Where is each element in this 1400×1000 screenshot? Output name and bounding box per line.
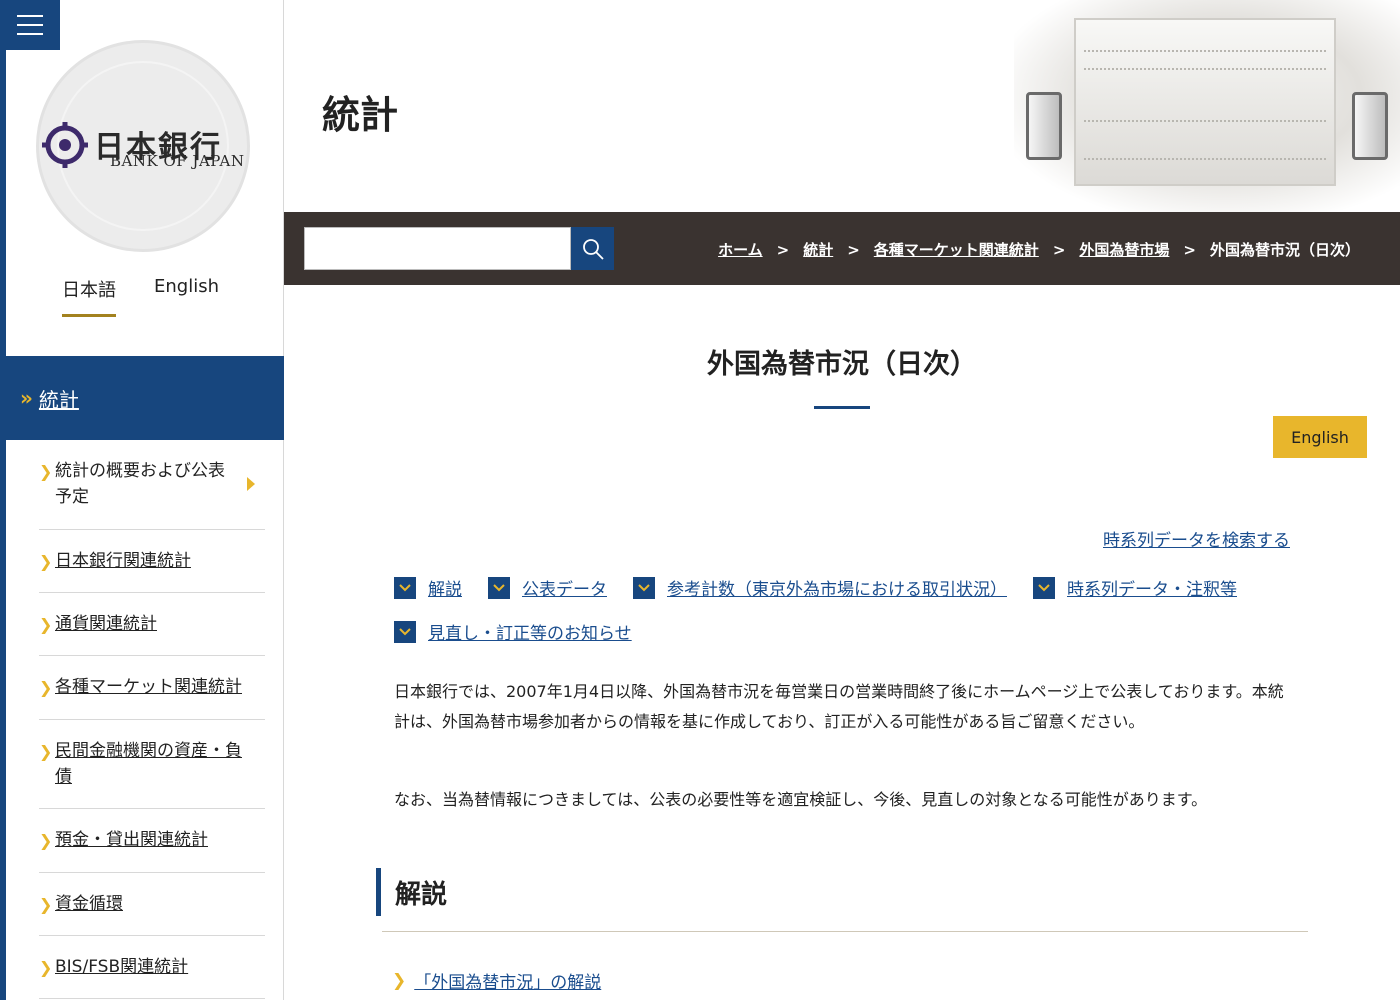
lang-japanese[interactable]: 日本語 <box>62 276 116 317</box>
chevron-down-icon <box>394 620 416 643</box>
sidebar-item-label: 民間金融機関の資産・負債 <box>55 740 242 788</box>
logo-subtitle: BANK OF JAPAN <box>110 152 245 170</box>
sidebar-item-label: 預金・貸出関連統計 <box>55 830 208 851</box>
chevron-right-icon: ❯ <box>39 462 53 481</box>
anchor-links-row-2: 見直し・訂正等のお知らせ <box>394 619 658 644</box>
breadcrumb-home[interactable]: ホーム <box>718 239 763 260</box>
doc-link-label: 「外国為替市況」の解説 <box>414 973 602 993</box>
ornament-relief <box>1074 18 1336 186</box>
search-icon <box>582 238 604 260</box>
chevron-down-icon <box>1033 576 1055 599</box>
chevron-right-icon: ❯ <box>39 615 53 635</box>
anchor-label: 解説 <box>428 580 462 600</box>
chevron-right-icon: ❯ <box>39 894 53 914</box>
sidebar-item-label: 通貨関連統計 <box>55 614 157 635</box>
chevron-right-icon: ❯ <box>39 741 53 761</box>
timeseries-search-link[interactable]: 時系列データを検索する <box>1103 526 1290 551</box>
bank-logo[interactable]: 日本銀行 BANK OF JAPAN <box>36 40 252 252</box>
ornament-band <box>1084 50 1326 70</box>
header-ornament-image <box>1014 0 1400 212</box>
sidebar-item-currency-stats[interactable]: ❯ 通貨関連統計 <box>39 593 265 657</box>
sidebar-item-bis-fsb[interactable]: ❯ BIS/FSB関連統計 <box>39 936 265 1000</box>
sidebar-item-deposits-loans[interactable]: ❯ 預金・貸出関連統計 <box>39 809 265 873</box>
breadcrumb-market-stats[interactable]: 各種マーケット関連統計 <box>874 239 1039 260</box>
ornament-lamp-right <box>1352 92 1388 160</box>
page-category-title: 統計 <box>322 93 399 137</box>
anchor-reference-figures[interactable]: 参考計数（東京外為市場における取引状況） <box>633 575 1007 600</box>
sidebar-item-overview[interactable]: ❯ 統計の概要および公表予定 <box>39 440 265 530</box>
search-breadcrumb-bar: ホーム > 統計 > 各種マーケット関連統計 > 外国為替市場 > 外国為替市況… <box>284 212 1400 285</box>
anchor-revisions[interactable]: 見直し・訂正等のお知らせ <box>394 619 632 644</box>
anchor-commentary[interactable]: 解説 <box>394 575 462 600</box>
breadcrumb-current: 外国為替市況（日次） <box>1209 241 1360 259</box>
chevron-down-icon <box>394 576 416 599</box>
chevron-right-icon: ❯ <box>39 958 53 978</box>
intro-paragraph: 日本銀行では、2007年1月4日以降、外国為替市況を毎営業日の営業時間終了後にホ… <box>394 682 1284 732</box>
english-page-button[interactable]: English <box>1273 416 1367 458</box>
chevron-right-icon: ❯ <box>392 970 407 991</box>
main-content: 統計 ホーム > 統計 > 各種マーケット関連統計 > 外国為替市場 > 外国為… <box>284 0 1400 1000</box>
sidebar: 日本銀行 BANK OF JAPAN 日本語 English » 統計 ❯ 統計… <box>0 0 284 1000</box>
sidebar-item-private-institutions[interactable]: ❯ 民間金融機関の資産・負債 <box>39 720 265 810</box>
chevron-down-icon <box>488 576 510 599</box>
menu-bar <box>17 33 43 35</box>
sidebar-item-label: 日本銀行関連統計 <box>55 550 191 571</box>
lang-english[interactable]: English <box>154 276 219 317</box>
logo-mark-icon <box>42 122 88 168</box>
anchor-label: 公表データ <box>522 580 607 600</box>
note-paragraph: なお、当為替情報につきましては、公表の必要性等を適宜検証し、今後、見直しの対象と… <box>394 790 1208 809</box>
section-divider <box>382 931 1308 932</box>
anchor-label: 見直し・訂正等のお知らせ <box>428 624 632 644</box>
breadcrumb-separator: > <box>1052 240 1066 259</box>
search-input[interactable] <box>304 227 571 270</box>
search-button[interactable] <box>571 227 614 270</box>
sidebar-stripe <box>0 0 6 1000</box>
menu-bar <box>17 24 43 26</box>
page-title: 外国為替市況（日次） <box>707 349 977 380</box>
breadcrumb-separator: > <box>776 240 790 259</box>
anchor-timeseries-notes[interactable]: 時系列データ・注釈等 <box>1033 575 1237 600</box>
sidebar-item-label: 各種マーケット関連統計 <box>55 677 242 698</box>
sidebar-item-flow-of-funds[interactable]: ❯ 資金循環 <box>39 873 265 937</box>
sidebar-item-label: 統計の概要および公表予定 <box>55 461 225 508</box>
page-header: 統計 <box>284 0 1400 212</box>
breadcrumb-separator: > <box>847 240 860 259</box>
breadcrumb-fx-market[interactable]: 外国為替市場 <box>1079 239 1169 260</box>
title-underline <box>814 406 870 409</box>
chevron-right-icon: ❯ <box>39 551 53 571</box>
breadcrumb-statistics[interactable]: 統計 <box>803 239 833 260</box>
menu-bar <box>17 15 43 17</box>
ornament-band <box>1084 120 1326 160</box>
sidebar-item-boj-stats[interactable]: ❯ 日本銀行関連統計 <box>39 530 265 594</box>
sidebar-item-market-stats[interactable]: ❯ 各種マーケット関連統計 <box>39 656 265 720</box>
sidebar-item-label: BIS/FSB関連統計 <box>55 957 189 978</box>
sidebar-nav-list: ❯ 統計の概要および公表予定 ❯ 日本銀行関連統計 ❯ 通貨関連統計 ❯ 各種マ… <box>39 440 265 1000</box>
sidebar-section-statistics[interactable]: » 統計 <box>6 356 284 440</box>
sidebar-item-label: 資金循環 <box>55 893 123 914</box>
chevron-right-icon: ❯ <box>39 678 53 698</box>
ornament-lamp-left <box>1026 92 1062 160</box>
anchor-links-row-1: 解説 公表データ 参考計数（東京外為市場における取引状況） 時系列データ・注釈等 <box>394 575 1263 600</box>
expand-arrow-icon[interactable] <box>247 477 255 492</box>
language-switch: 日本語 English <box>62 276 219 317</box>
chevron-right-icon: ❯ <box>39 831 53 851</box>
sidebar-section-label: 統計 <box>38 387 79 412</box>
commentary-document-link[interactable]: ❯ 「外国為替市況」の解説 <box>392 968 602 994</box>
double-chevron-icon: » <box>20 386 33 410</box>
breadcrumb-separator: > <box>1183 240 1196 259</box>
chevron-down-icon <box>633 576 655 599</box>
breadcrumb: ホーム > 統計 > 各種マーケット関連統計 > 外国為替市場 > 外国為替市況… <box>718 239 1360 260</box>
anchor-label: 時系列データ・注釈等 <box>1067 580 1237 600</box>
anchor-label: 参考計数（東京外為市場における取引状況） <box>667 580 1007 600</box>
anchor-published-data[interactable]: 公表データ <box>488 575 607 600</box>
section-heading-commentary: 解説 <box>376 868 447 916</box>
